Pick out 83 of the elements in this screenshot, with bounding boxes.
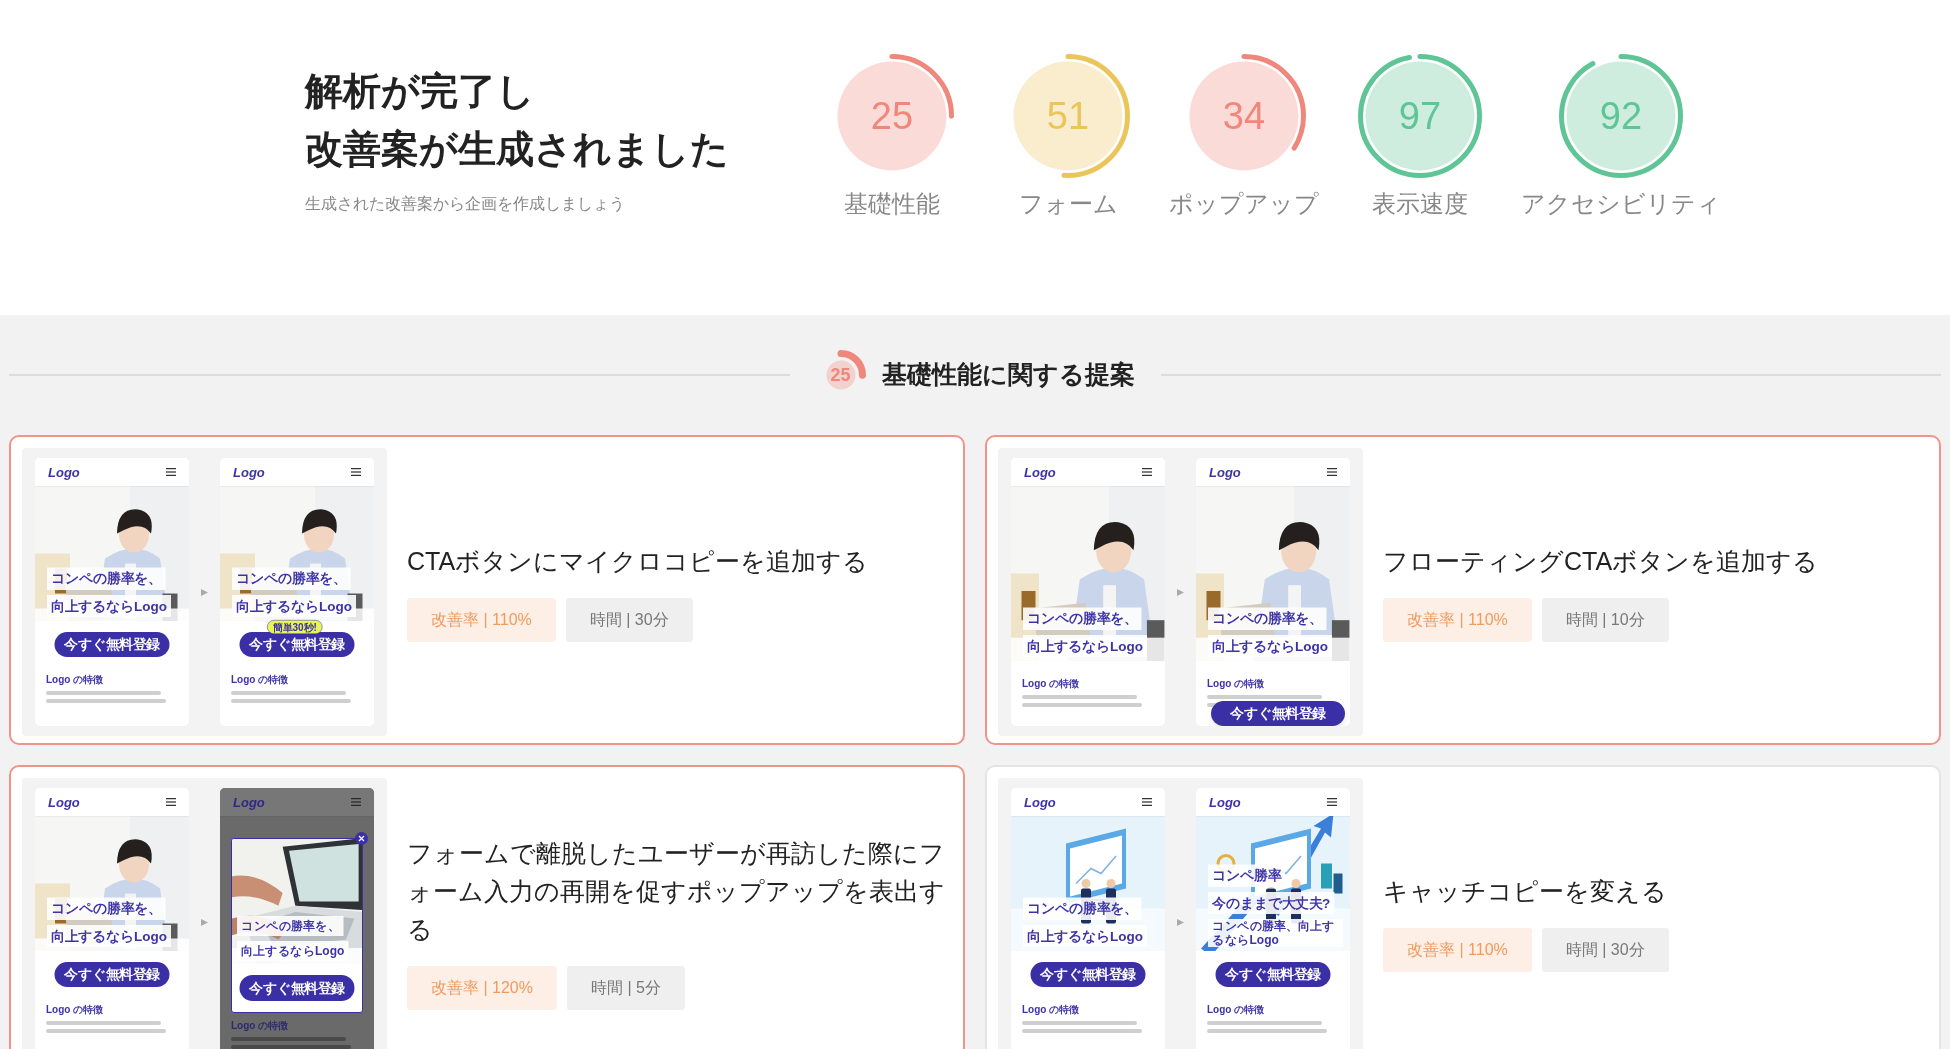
card-title: フローティングCTAボタンを追加する bbox=[1383, 546, 1820, 577]
improvement-tag: 改善率 | 120% bbox=[407, 966, 557, 1010]
subheadline-text: コンペの勝率、向上するならLogo bbox=[1208, 919, 1343, 947]
section-title: 基礎性能に関する提案 bbox=[881, 359, 1135, 391]
cta-button[interactable]: 今すぐ無料登録 bbox=[54, 632, 170, 657]
score-value: 25 bbox=[870, 93, 914, 139]
headline-text: コンペの勝率を、 bbox=[47, 567, 166, 590]
score-label: ポップアップ bbox=[1169, 189, 1319, 219]
suggestion-card[interactable]: Logo コンペの勝率を、 向上するならLogo Logo の特徴 Logo コンペの勝率を、 向上するならLogo Logo の特徴 今すぐ無料登録 フローティングCTAボタンを追加する 改善率 | 110% 時間 | 10分 bbox=[985, 435, 1941, 745]
logo-text: Logo bbox=[233, 463, 265, 482]
arrow-icon bbox=[201, 588, 208, 596]
menu-icon[interactable] bbox=[166, 797, 176, 807]
headline-text: コンペの勝率を、 bbox=[232, 567, 351, 590]
score-value: 97 bbox=[1398, 93, 1442, 139]
headline-text: 向上するならLogo bbox=[232, 594, 356, 617]
improvement-tag: 改善率 | 110% bbox=[407, 598, 556, 642]
headline-text: コンペ勝率 bbox=[1208, 864, 1285, 887]
subtitle: 生成された改善案から企画を作成しましょう bbox=[305, 194, 626, 214]
headline-text: コンペの勝率を、 bbox=[1023, 897, 1142, 920]
cta-button[interactable]: 今すぐ無料登録 bbox=[239, 975, 355, 1001]
improvement-tag: 改善率 | 110% bbox=[1383, 928, 1532, 972]
suggestion-card[interactable]: Logo コンペの勝率を、 向上するならLogo 今すぐ無料登録 Logo の特徴 Logo コンペの勝率を、 向上するならLogo 簡単30秒! 今すぐ無料登録 Logo の特徴 CTAボタンにマイクロコピーを追加する 改善率 | 110% 時間 | 30分 bbox=[9, 435, 965, 745]
suggestion-card[interactable]: Logo コンペの勝率を、 向上するならLogo 今すぐ無料登録 Logo の特徴 Logo コンペの勝率を、 向上するならLogo 今すぐ無料登録 Logo の特徴 フォームで離脱したユーザーが再訪した際にフォーム入力の再開を促すポップアップを表出する 改善率 | 120% 時間 | 5分 bbox=[9, 765, 965, 1049]
feature-title: Logo の特徴 bbox=[1022, 1003, 1081, 1017]
badge: 簡単30秒! bbox=[267, 620, 323, 634]
menu-icon[interactable] bbox=[1327, 797, 1337, 807]
logo-text: Logo bbox=[1024, 793, 1056, 812]
logo-text: Logo bbox=[48, 463, 80, 482]
time-tag: 時間 | 10分 bbox=[1541, 598, 1669, 642]
headline-text: 向上するならLogo bbox=[47, 594, 171, 617]
feature-title: Logo の特徴 bbox=[1022, 677, 1081, 691]
score-label: アクセシビリティ bbox=[1521, 189, 1721, 219]
feature-title: Logo の特徴 bbox=[46, 673, 105, 687]
logo-text: Logo bbox=[48, 793, 80, 812]
logo-text: Logo bbox=[1209, 463, 1241, 482]
card-title: CTAボタンにマイクロコピーを追加する bbox=[407, 546, 870, 577]
score-label: フォーム bbox=[1018, 189, 1118, 219]
improvement-tag: 改善率 | 110% bbox=[1383, 598, 1532, 642]
suggestion-card[interactable]: Logo コンペの勝率を、 向上するならLogo 今すぐ無料登録 Logo の特徴 Logo コンペ勝率 今のままで大丈夫? コンペの勝率、向上するならLogo 今すぐ無料登録 Logo の特徴 キャッチコピーを変える 改善率 | 110% 時間 | 30分 bbox=[985, 765, 1941, 1049]
card-title: キャッチコピーを変える bbox=[1383, 876, 1668, 907]
headline-text: 向上するならLogo bbox=[237, 941, 349, 961]
headline-text: 向上するならLogo bbox=[1208, 634, 1332, 657]
headline-text: コンペの勝率を、 bbox=[1208, 607, 1327, 630]
score-label: 基礎性能 bbox=[844, 189, 940, 219]
page-title: 解析が完了し 改善案が生成されました bbox=[305, 69, 730, 172]
cta-button[interactable]: 今すぐ無料登録 bbox=[1211, 701, 1345, 726]
menu-icon[interactable] bbox=[1142, 797, 1152, 807]
score-value: 92 bbox=[1599, 93, 1643, 139]
cta-button[interactable]: 今すぐ無料登録 bbox=[1215, 962, 1331, 987]
cta-button[interactable]: 今すぐ無料登録 bbox=[54, 962, 170, 987]
time-tag: 時間 | 30分 bbox=[565, 598, 693, 642]
score-value: 25 bbox=[830, 363, 851, 387]
logo-text: Logo bbox=[1024, 463, 1056, 482]
menu-icon[interactable] bbox=[351, 467, 361, 477]
score-value: 34 bbox=[1222, 93, 1266, 139]
menu-icon[interactable] bbox=[1142, 467, 1152, 477]
headline-text: コンペの勝率を、 bbox=[47, 897, 166, 920]
headline-text: コンペの勝率を、 bbox=[237, 916, 344, 936]
headline-text: コンペの勝率を、 bbox=[1023, 607, 1142, 630]
feature-title: Logo の特徴 bbox=[231, 1019, 290, 1033]
headline-text: 向上するならLogo bbox=[47, 924, 171, 947]
close-icon[interactable] bbox=[355, 832, 368, 845]
arrow-icon bbox=[1177, 588, 1184, 596]
logo-text: Logo bbox=[233, 793, 265, 812]
score-value: 51 bbox=[1046, 93, 1090, 139]
time-tag: 時間 | 5分 bbox=[566, 966, 685, 1010]
cta-button[interactable]: 今すぐ無料登録 bbox=[239, 632, 355, 657]
feature-title: Logo の特徴 bbox=[1207, 1003, 1266, 1017]
feature-title: Logo の特徴 bbox=[46, 1003, 105, 1017]
headline-text: 向上するならLogo bbox=[1023, 924, 1147, 947]
cta-button[interactable]: 今すぐ無料登録 bbox=[1030, 962, 1146, 987]
arrow-icon bbox=[201, 918, 208, 926]
feature-title: Logo の特徴 bbox=[1207, 677, 1266, 691]
score-label: 表示速度 bbox=[1372, 189, 1468, 219]
menu-icon[interactable] bbox=[1327, 467, 1337, 477]
logo-text: Logo bbox=[1209, 793, 1241, 812]
menu-icon[interactable] bbox=[166, 467, 176, 477]
card-title: フォームで離脱したユーザーが再訪した際にフォーム入力の再開を促すポップアップを表出する bbox=[407, 838, 946, 945]
headline-text: 今のままで大丈夫? bbox=[1208, 891, 1335, 914]
arrow-icon bbox=[1177, 918, 1184, 926]
time-tag: 時間 | 30分 bbox=[1541, 928, 1669, 972]
feature-title: Logo の特徴 bbox=[231, 673, 290, 687]
headline-text: 向上するならLogo bbox=[1023, 634, 1147, 657]
